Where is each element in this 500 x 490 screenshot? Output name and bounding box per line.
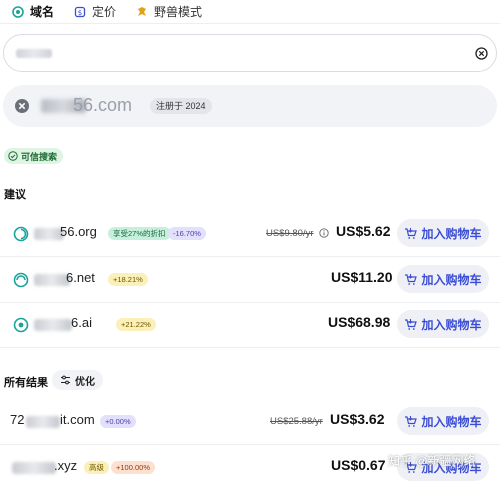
price: US$5.62 (336, 223, 391, 239)
domain-prefix-redacted (12, 462, 56, 474)
watermark: 知乎 @新疆网络 (388, 454, 476, 468)
add-to-cart-label: 加入购物车 (421, 226, 482, 241)
domain-prefix: 72 (10, 412, 25, 427)
cart-icon (405, 227, 418, 239)
change-badge: -16.70% (168, 227, 206, 240)
check-circle-icon (8, 151, 18, 161)
add-to-cart-label: 加入购物车 (421, 414, 482, 429)
search-input[interactable] (3, 34, 497, 72)
clear-icon[interactable] (475, 47, 488, 60)
domain-icon (13, 317, 29, 333)
discount-badge: 享受27%的折扣 (108, 227, 171, 240)
cart-icon (405, 415, 418, 427)
trusted-search-label: 可信搜索 (21, 151, 58, 162)
info-icon[interactable] (319, 228, 329, 238)
search-query-redacted (16, 49, 52, 58)
add-to-cart-button[interactable]: 加入购物车 (397, 265, 489, 293)
domain-icon (13, 272, 29, 288)
domain-name: it.com (60, 412, 95, 427)
price: US$3.62 (330, 411, 385, 427)
tab-bar: 域名 $ 定价 野兽模式 (0, 0, 500, 24)
add-to-cart-label: 加入购物车 (421, 317, 482, 332)
add-to-cart-button[interactable]: 加入购物车 (397, 407, 489, 435)
original-price: US$9.80/yr (266, 228, 314, 239)
price-tag-icon: $ (74, 6, 86, 17)
add-to-cart-button[interactable]: 加入购物车 (397, 310, 489, 338)
domain-name: 6.ai (71, 315, 92, 330)
domain-icon (13, 226, 29, 242)
tab-label: 定价 (92, 5, 117, 19)
cart-icon (405, 318, 418, 330)
price: US$11.20 (331, 269, 393, 285)
registered-badge: 注册于 2024 (150, 98, 212, 114)
optimize-button[interactable]: 优化 (52, 370, 103, 390)
premium-badge: 高级 (84, 461, 109, 474)
domain-name: .xyz (54, 458, 78, 473)
filter-sliders-icon (61, 375, 70, 385)
change-badge: +18.21% (108, 273, 148, 286)
domain-name: 56.org (60, 224, 97, 239)
svg-text:$: $ (78, 9, 82, 17)
price: US$68.98 (328, 314, 391, 330)
add-to-cart-label: 加入购物车 (421, 272, 482, 287)
optimize-label: 优化 (75, 376, 95, 388)
all-results-heading: 所有结果 (4, 377, 48, 389)
domain-prefix-redacted (34, 274, 70, 286)
tab-beast-mode[interactable]: 野兽模式 (136, 0, 202, 24)
change-badge: +100.00% (111, 461, 155, 474)
tab-label: 野兽模式 (154, 5, 203, 19)
domain-row: 6.net +18.21% US$11.20 加入购物车 (0, 257, 500, 303)
searched-domain: 56.com (73, 95, 133, 115)
trusted-search-badge: 可信搜索 (4, 148, 64, 164)
domain-prefix-redacted (34, 319, 72, 331)
domain-name: 6.net (66, 270, 95, 285)
change-badge: +0.00% (100, 415, 136, 428)
domain-icon (12, 5, 24, 18)
domain-prefix-redacted (26, 416, 60, 428)
original-price: US$25.88/yr (270, 416, 323, 427)
domain-row: 6.ai +21.22% US$68.98 加入购物车 (0, 302, 500, 348)
domain-row: 56.org 享受27%的折扣 -16.70% US$9.80/yr US$5.… (0, 211, 500, 257)
tab-pricing[interactable]: $ 定价 (74, 0, 116, 24)
beast-mode-icon (138, 6, 147, 16)
cart-icon (405, 273, 418, 285)
suggestions-heading: 建议 (4, 189, 26, 201)
tab-domains[interactable]: 域名 (12, 0, 54, 24)
unavailable-icon (15, 99, 29, 113)
add-to-cart-button[interactable]: 加入购物车 (397, 219, 489, 247)
tab-label: 域名 (30, 5, 55, 19)
domain-row: 72 it.com +0.00% US$25.88/yr US$3.62 加入购… (0, 399, 500, 445)
searched-domain-card: 56.com 注册于 2024 (3, 85, 497, 127)
price: US$0.67 (331, 457, 386, 473)
change-badge: +21.22% (116, 318, 156, 331)
